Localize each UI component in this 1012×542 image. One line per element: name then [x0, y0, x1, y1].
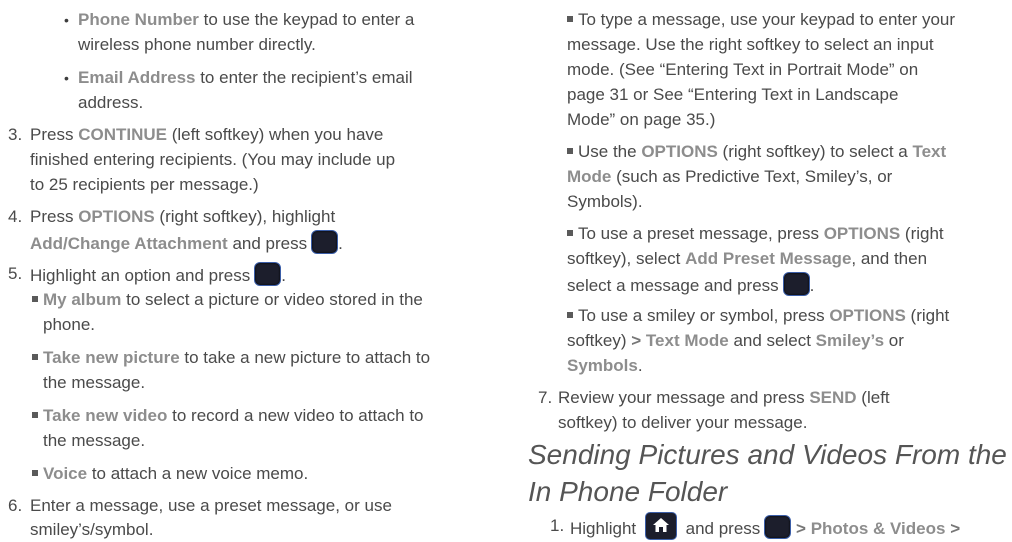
square-bullet-icon	[32, 354, 38, 360]
bullet-text-line: select a message and press.	[567, 272, 814, 298]
section-heading-line2: In Phone Folder	[528, 476, 728, 507]
square-bullet-icon	[32, 296, 38, 302]
option-voice: Voice to attach a new voice memo.	[32, 462, 308, 486]
bullet-text-line: mode. (See “Entering Text in Portrait Mo…	[567, 60, 919, 79]
bullet-dot: •	[64, 70, 69, 86]
square-bullet-icon	[32, 470, 38, 476]
step-5: Highlight an option and press.	[30, 262, 286, 288]
step-number: 7.	[538, 388, 553, 407]
square-bullet-icon	[32, 412, 38, 418]
ok-key-icon	[782, 272, 810, 296]
step-text-line: Add/Change Attachment and press.	[30, 230, 343, 256]
bullet-type-message: To type a message, use your keypad to en…	[567, 8, 955, 32]
section-heading: Sending Pictures and Videos From the	[528, 439, 1007, 470]
step-text-line: finished entering recipients. (You may i…	[30, 150, 396, 169]
home-icon	[644, 512, 677, 540]
ok-key-icon	[311, 230, 339, 254]
option-take-new-picture: Take new picture to take a new picture t…	[32, 346, 430, 370]
option-text-line: the message.	[43, 431, 146, 450]
step-6: Enter a message, use a preset message, o…	[30, 496, 392, 515]
square-bullet-icon	[567, 16, 573, 22]
bullet-text-line: Mode” on page 35.)	[567, 110, 716, 129]
square-bullet-icon	[567, 230, 573, 236]
step-7: Review your message and press SEND (left	[558, 388, 890, 407]
step-4: Press OPTIONS (right softkey), highlight	[30, 207, 336, 226]
ok-key-icon	[764, 515, 792, 539]
option-my-album: My album to select a picture or video st…	[32, 288, 423, 312]
option-text-line: the message.	[43, 373, 146, 392]
step-text-line: softkey) to deliver your message.	[558, 413, 808, 432]
option-take-new-video: Take new video to record a new video to …	[32, 404, 424, 428]
step-number: 4.	[8, 207, 23, 226]
step-text-line: smiley’s/symbol.	[30, 520, 154, 539]
bullet-smiley-symbol: To use a smiley or symbol, press OPTIONS…	[567, 304, 949, 328]
bullet-options-text-mode: Use the OPTIONS (right softkey) to selec…	[567, 140, 946, 164]
step-1: Highlight and press > Photos & Videos >	[570, 512, 960, 541]
step-3: Press CONTINUE (left softkey) when you h…	[30, 125, 384, 144]
bullet-text-line: page 31 or See “Entering Text in Landsca…	[567, 85, 899, 104]
bullet-phone-number: Phone Number to use the keypad to enter …	[78, 10, 415, 29]
bullet-text-line: softkey) > Text Mode and select Smiley’s…	[567, 331, 904, 350]
bullet-text-line: Symbols.	[567, 356, 643, 375]
bullet-email-address: Email Address to enter the recipient’s e…	[78, 68, 413, 87]
bullet-text-line: softkey), select Add Preset Message, and…	[567, 249, 928, 268]
bullet-text-line: Mode (such as Predictive Text, Smiley’s,…	[567, 167, 893, 186]
bullet-preset-message: To use a preset message, press OPTIONS (…	[567, 222, 944, 246]
square-bullet-icon	[567, 148, 573, 154]
bullet-dot: •	[64, 12, 69, 28]
ok-key-icon	[254, 262, 282, 286]
step-number: 3.	[8, 125, 23, 144]
option-text-line: phone.	[43, 315, 95, 334]
bullet-text-line: message. Use the right softkey to select…	[567, 35, 934, 54]
bullet-text-line: Symbols).	[567, 192, 643, 211]
bullet-text-line: address.	[78, 93, 144, 112]
step-number: 1.	[550, 516, 565, 535]
square-bullet-icon	[567, 312, 573, 318]
step-text-line: to 25 recipients per message.)	[30, 175, 259, 194]
bullet-text-line: wireless phone number directly.	[78, 35, 316, 54]
step-number: 5.	[8, 264, 23, 283]
step-number: 6.	[8, 496, 23, 515]
